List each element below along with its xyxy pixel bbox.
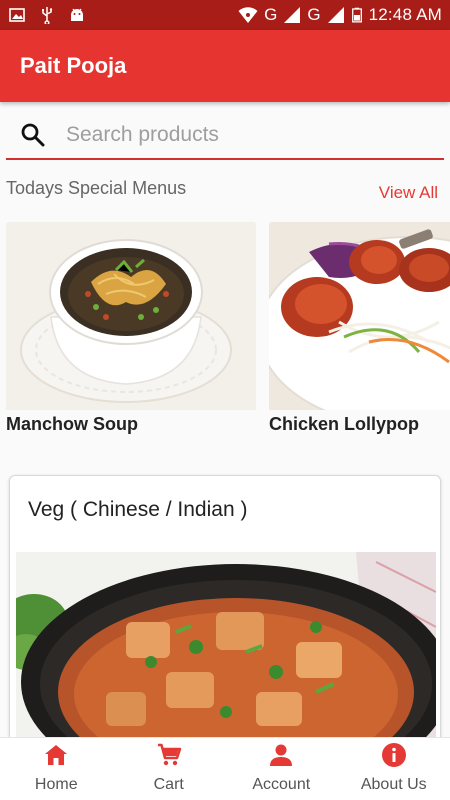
- search-icon[interactable]: [20, 122, 46, 148]
- app-bar: Pait Pooja: [0, 30, 450, 102]
- signal-icon-1: [284, 7, 301, 23]
- cart-icon: [157, 743, 181, 766]
- specials-section-title: Todays Special Menus: [6, 178, 187, 198]
- nav-account-label: Account: [252, 776, 311, 793]
- network-type-2: G: [307, 5, 321, 24]
- nav-home[interactable]: Home: [0, 738, 113, 800]
- usb-icon: [42, 7, 53, 24]
- clock: 12:48 AM: [368, 5, 442, 24]
- special-card-chicken-lollypop[interactable]: Chicken Lollypop: [269, 222, 450, 442]
- bottom-navigation: Home Cart Account About Us: [0, 737, 450, 800]
- app-screen: G G 12:48 AM Pait Pooja Todays Special M…: [0, 0, 450, 800]
- info-icon: [381, 743, 406, 767]
- account-icon: [270, 744, 293, 766]
- status-bar: G G 12:48 AM: [0, 0, 450, 30]
- app-title: Pait Pooja: [20, 53, 127, 78]
- search-input[interactable]: [66, 123, 406, 147]
- home-icon: [45, 745, 68, 765]
- chicken-lollypop-image: [269, 222, 450, 410]
- nav-account[interactable]: Account: [225, 738, 338, 800]
- category-card-veg[interactable]: Veg ( Chinese / Indian ): [9, 475, 441, 775]
- view-all-link[interactable]: View All: [379, 183, 438, 203]
- search-bar: [6, 112, 444, 160]
- special-card-manchow-soup[interactable]: Manchow Soup: [6, 222, 256, 442]
- specials-carousel[interactable]: Manchow Soup Chicken Lollypop: [6, 222, 450, 442]
- manchow-soup-image: [6, 222, 256, 410]
- network-type-1: G: [264, 5, 278, 24]
- battery-icon: [351, 7, 362, 23]
- category-title: Veg ( Chinese / Indian ): [28, 498, 248, 521]
- special-item-name: Manchow Soup: [6, 414, 138, 434]
- nav-about-us[interactable]: About Us: [338, 738, 450, 800]
- nav-cart[interactable]: Cart: [113, 738, 226, 800]
- nav-home-label: Home: [34, 776, 78, 793]
- nav-cart-label: Cart: [153, 776, 184, 793]
- wifi-icon: [238, 7, 258, 23]
- nav-about-label: About Us: [360, 776, 427, 793]
- android-icon: [71, 8, 83, 21]
- gallery-icon: [9, 8, 25, 22]
- special-item-name: Chicken Lollypop: [269, 414, 420, 434]
- signal-icon-2: [327, 7, 344, 23]
